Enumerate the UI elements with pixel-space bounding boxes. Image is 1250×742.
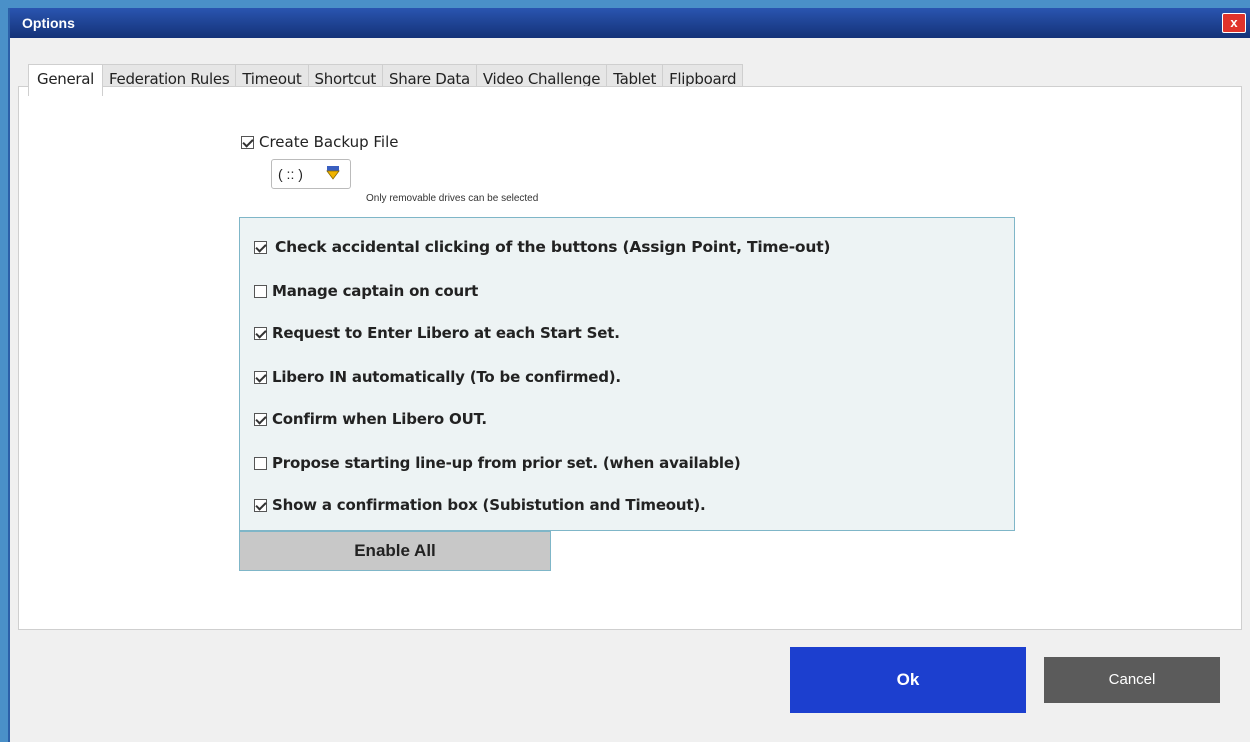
title-bar: Options x	[10, 8, 1250, 38]
create-backup-label: Create Backup File	[259, 133, 399, 151]
option-checkbox[interactable]	[254, 456, 267, 470]
option-label: Check accidental clicking of the buttons…	[275, 238, 831, 256]
create-backup-row[interactable]: Create Backup File	[241, 133, 398, 151]
option-checkbox[interactable]	[254, 412, 267, 426]
option-confirm-libero-out[interactable]: Confirm when Libero OUT.	[254, 410, 487, 428]
option-checkbox[interactable]	[254, 498, 267, 512]
enable-all-button[interactable]: Enable All	[239, 531, 551, 571]
general-panel: Create Backup File ( :: ) Only removable…	[18, 86, 1242, 630]
window-title: Options	[22, 15, 75, 31]
option-manage-captain[interactable]: Manage captain on court	[254, 282, 478, 300]
drive-value: ( :: )	[278, 166, 303, 182]
drive-hint: Only removable drives can be selected	[366, 193, 539, 204]
close-button[interactable]: x	[1222, 13, 1246, 33]
option-label: Request to Enter Libero at each Start Se…	[272, 324, 620, 342]
options-box: Check accidental clicking of the buttons…	[239, 217, 1015, 531]
drive-dropdown-icon[interactable]	[326, 166, 340, 180]
drive-selector[interactable]: ( :: )	[271, 159, 351, 189]
option-checkbox[interactable]	[254, 240, 267, 254]
cancel-button[interactable]: Cancel	[1044, 657, 1220, 703]
option-propose-lineup[interactable]: Propose starting line-up from prior set.…	[254, 454, 741, 472]
option-label: Confirm when Libero OUT.	[272, 410, 487, 428]
option-request-libero[interactable]: Request to Enter Libero at each Start Se…	[254, 324, 620, 342]
option-label: Manage captain on court	[272, 282, 479, 300]
option-check-accidental-clicking[interactable]: Check accidental clicking of the buttons…	[254, 238, 831, 256]
option-checkbox[interactable]	[254, 326, 267, 340]
option-checkbox[interactable]	[254, 370, 267, 384]
ok-button[interactable]: Ok	[790, 647, 1026, 713]
create-backup-checkbox[interactable]	[241, 135, 254, 149]
option-label: Libero IN automatically (To be confirmed…	[272, 368, 621, 386]
option-show-confirmation[interactable]: Show a confirmation box (Subistution and…	[254, 496, 706, 514]
option-label: Propose starting line-up from prior set.…	[272, 454, 741, 472]
option-label: Show a confirmation box (Subistution and…	[272, 496, 706, 514]
tab-general[interactable]: General	[28, 64, 104, 96]
option-checkbox[interactable]	[254, 284, 267, 298]
option-libero-in-auto[interactable]: Libero IN automatically (To be confirmed…	[254, 368, 621, 386]
